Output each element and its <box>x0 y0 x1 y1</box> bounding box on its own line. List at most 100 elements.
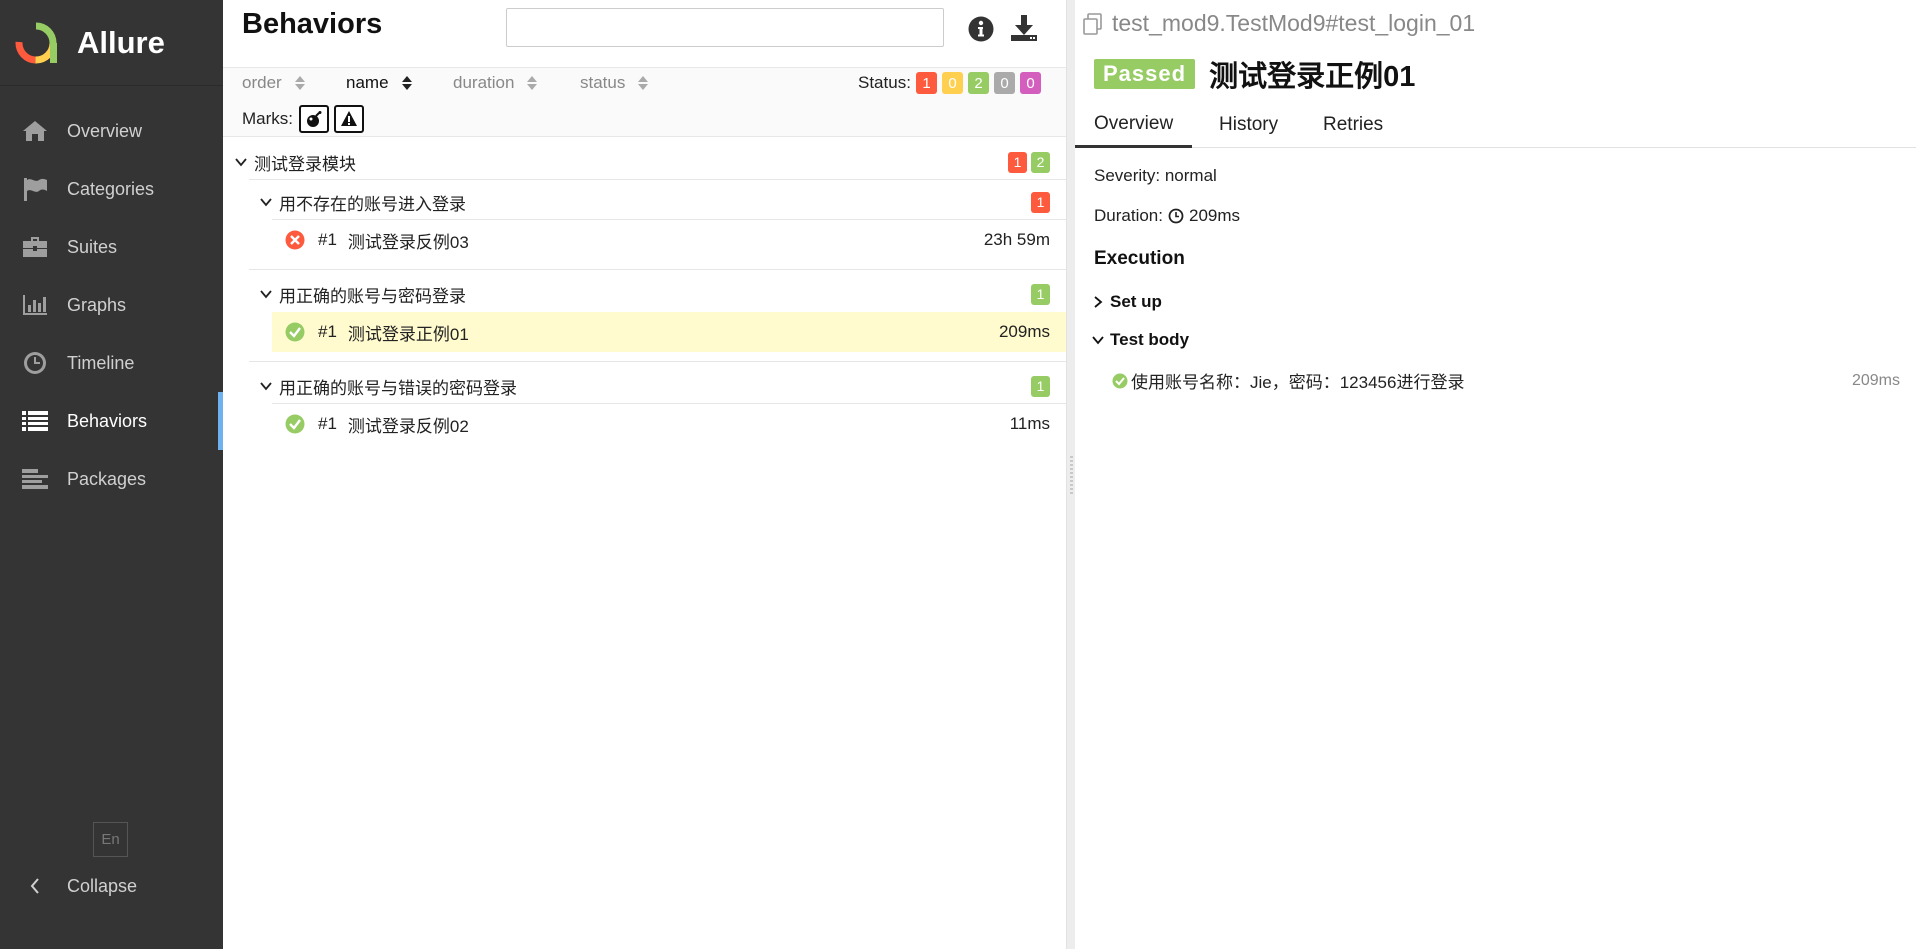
sidebar-item-overview[interactable]: Overview <box>0 102 223 160</box>
test-step-label: 使用账号名称：Jie，密码：123456进行登录 <box>1131 373 1465 392</box>
brand[interactable]: Allure <box>0 0 223 86</box>
test-full-name[interactable]: test_mod9.TestMod9#test_login_01 <box>1081 10 1475 37</box>
chevron-down-icon <box>260 290 272 299</box>
collapse-label: Collapse <box>67 875 138 896</box>
behaviors-header: Behaviors <box>223 0 1066 68</box>
brand-name: Allure <box>77 24 165 60</box>
status-filter-skipped[interactable]: 0 <box>994 72 1015 94</box>
collapse-button[interactable]: Collapse <box>20 862 137 910</box>
sidebar-item-label: Behaviors <box>67 410 148 431</box>
test-name: 测试登录正例01 <box>1209 61 1416 93</box>
chevron-down-icon <box>1092 336 1104 345</box>
download-icon[interactable] <box>1009 13 1039 43</box>
allure-logo-icon <box>15 22 57 63</box>
sort-duration-label: duration <box>453 73 515 92</box>
tree-group-correct-account-wrong-password[interactable]: 用正确的账号与错误的密码登录 1 <box>259 371 1066 401</box>
sort-order[interactable]: order <box>242 73 306 93</box>
passed-status-icon <box>1112 373 1128 388</box>
page-title: Behaviors <box>242 8 383 40</box>
duration-label: Duration: <box>1094 206 1163 225</box>
sidebar-item-timeline[interactable]: Timeline <box>0 334 223 392</box>
severity-line: Severity: normal <box>1094 166 1217 185</box>
divider <box>249 361 1066 362</box>
flag-icon <box>20 176 50 202</box>
sort-status[interactable]: status <box>580 73 649 93</box>
test-step-row[interactable]: 使用账号名称：Jie，密码：123456进行登录 209ms <box>1112 368 1900 393</box>
list-icon <box>20 408 50 434</box>
sort-name[interactable]: name <box>346 73 413 93</box>
tab-retries[interactable]: Retries <box>1323 102 1383 148</box>
test-case-name: 测试登录正例01 <box>347 324 469 344</box>
clock-icon <box>20 350 50 376</box>
failed-count-badge: 1 <box>1008 151 1027 173</box>
status-filter-failed[interactable]: 1 <box>916 72 937 94</box>
new-failed-mark-button[interactable] <box>334 105 364 133</box>
test-body-section[interactable]: Test body <box>1092 330 1189 350</box>
sort-arrows-icon <box>294 76 305 90</box>
sidebar-item-label: Timeline <box>67 352 135 373</box>
align-left-icon <box>20 466 50 492</box>
test-body-label: Test body <box>1110 330 1190 349</box>
sort-duration[interactable]: duration <box>453 73 538 93</box>
sidebar-item-behaviors[interactable]: Behaviors <box>0 392 223 450</box>
copy-icon[interactable] <box>1081 12 1105 36</box>
status-filter-label: Status: <box>858 73 911 92</box>
tab-history[interactable]: History <box>1219 102 1278 148</box>
sidebar-item-graphs[interactable]: Graphs <box>0 276 223 334</box>
test-case-name: 测试登录反例03 <box>347 232 469 252</box>
group-badges: 1 2 <box>1008 151 1050 173</box>
tree-group-correct-account-password[interactable]: 用正确的账号与密码登录 1 <box>259 279 1066 309</box>
sidebar-item-suites[interactable]: Suites <box>0 218 223 276</box>
status-filter-unknown[interactable]: 0 <box>1020 72 1041 94</box>
pane-splitter[interactable] <box>1066 0 1075 949</box>
passed-status-icon <box>285 322 305 342</box>
test-title: Passed 测试登录正例01 <box>1094 53 1415 95</box>
setup-section[interactable]: Set up <box>1092 292 1162 312</box>
sort-arrows-icon <box>527 76 538 90</box>
group-label: 用正确的账号与密码登录 <box>279 286 466 306</box>
language-toggle[interactable]: En <box>93 822 128 857</box>
tree-group-root[interactable]: 测试登录模块 1 2 <box>234 147 1066 177</box>
test-case-duration: 11ms <box>1009 414 1050 433</box>
test-case-row[interactable]: #1 测试登录反例03 23h 59m <box>272 220 1066 260</box>
duration-value: 209ms <box>1188 206 1241 225</box>
group-label: 用正确的账号与错误的密码登录 <box>279 378 517 398</box>
briefcase-icon <box>20 234 50 260</box>
info-icon[interactable] <box>967 15 995 43</box>
status-filter-broken[interactable]: 0 <box>942 72 963 94</box>
splitter-grip[interactable] <box>1070 456 1073 496</box>
divider <box>249 269 1066 270</box>
test-case-row[interactable]: #1 测试登录反例02 11ms <box>272 404 1066 444</box>
sort-arrows-icon <box>638 76 649 90</box>
search-input[interactable] <box>506 8 944 47</box>
group-badges: 1 <box>1031 191 1050 213</box>
test-case-duration: 209ms <box>998 322 1050 341</box>
sidebar-item-categories[interactable]: Categories <box>0 160 223 218</box>
sidebar-item-label: Graphs <box>67 294 127 315</box>
sidebar-nav: Overview Categories Suites Graphs Timeli… <box>0 102 223 508</box>
chevron-left-icon <box>20 878 50 894</box>
test-case-number: #1 <box>318 230 337 249</box>
test-case-row-selected[interactable]: #1 测试登录正例01 209ms <box>272 312 1066 352</box>
test-case-name: 测试登录反例02 <box>347 416 469 436</box>
status-filter-passed[interactable]: 2 <box>968 72 989 94</box>
sort-arrows-icon <box>401 76 412 90</box>
sidebar-item-packages[interactable]: Packages <box>0 450 223 508</box>
test-step-duration: 209ms <box>1851 371 1900 389</box>
execution-title: Execution <box>1094 248 1185 269</box>
divider <box>249 179 1066 180</box>
group-badges: 1 <box>1031 283 1050 305</box>
chevron-right-icon <box>1094 296 1103 308</box>
sort-status-label: status <box>580 73 626 92</box>
chevron-down-icon <box>260 198 272 207</box>
passed-status-icon <box>285 414 305 434</box>
flaky-mark-button[interactable] <box>299 105 329 133</box>
sort-name-label: name <box>346 73 389 92</box>
sort-bar: order name duration status Status: 1 0 2… <box>223 68 1066 137</box>
status-filter: 1 0 2 0 0 <box>916 72 1041 94</box>
warning-icon <box>341 111 357 126</box>
failed-count-badge: 1 <box>1031 191 1050 213</box>
tree-group-nonexistent-account[interactable]: 用不存在的账号进入登录 1 <box>259 187 1066 217</box>
tab-overview[interactable]: Overview <box>1075 102 1193 148</box>
test-case-number: #1 <box>318 414 337 433</box>
